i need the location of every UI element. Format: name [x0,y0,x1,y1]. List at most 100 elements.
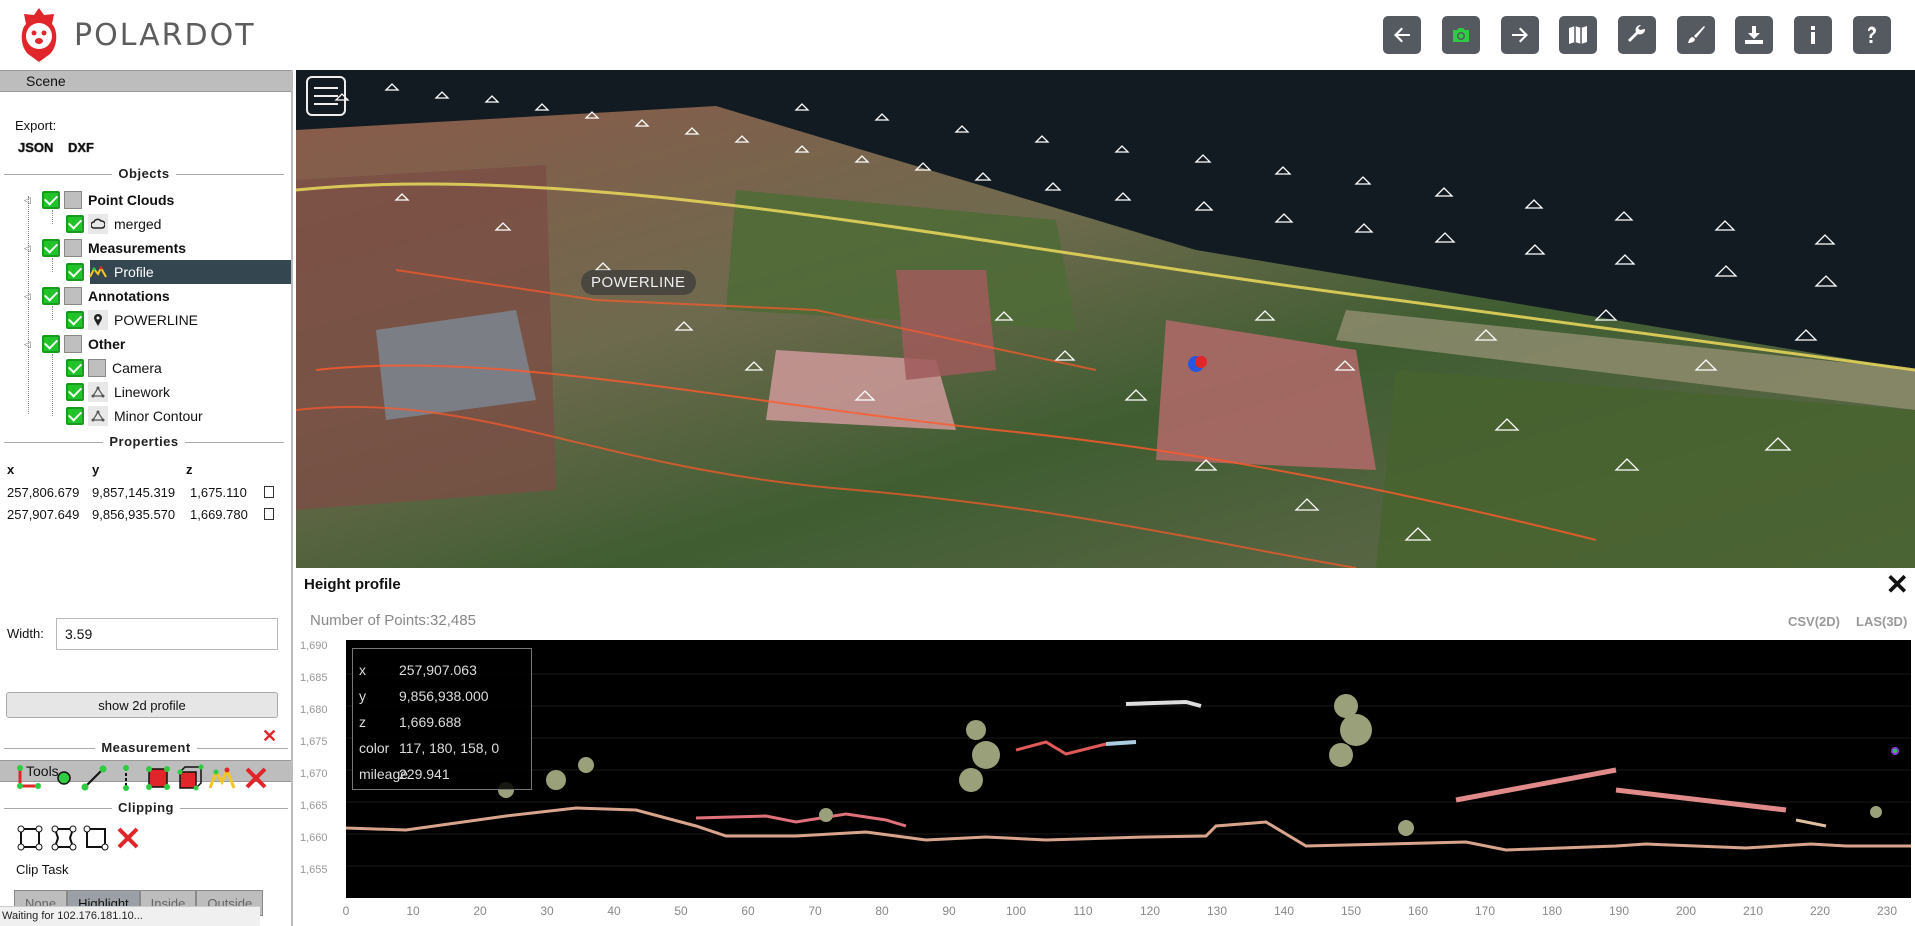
measurement-label-text: Measurement [95,740,197,755]
vector-icon [88,382,108,402]
checkbox-linework[interactable] [66,383,84,401]
checkbox-point-clouds[interactable] [42,191,60,209]
checkbox-profile[interactable] [66,263,84,281]
tree-label: Point Clouds [88,192,175,208]
close-icon[interactable]: ✕ [1886,570,1909,600]
point-tool-icon[interactable] [50,764,78,792]
point-count: Number of Points:32,485 [310,612,476,629]
x-tick: 10 [406,904,420,918]
tree-item-merged[interactable]: merged [66,212,161,236]
tooltip-y: 9,856,938.000 [399,688,489,704]
measurement-label: Measurement [4,740,288,755]
expand-triangle-icon[interactable]: ◁ [24,195,42,206]
checkbox-merged[interactable] [66,215,84,233]
distance-tool-icon[interactable] [80,764,108,792]
x-tick: 100 [1005,904,1027,918]
area-tool-icon[interactable] [144,764,172,792]
copy-icon[interactable] [264,508,274,520]
profile-points[interactable] [345,640,1911,898]
objects-label: Objects [4,166,284,181]
export-json-button[interactable]: JSON [18,140,53,155]
width-input[interactable]: 3.59 [56,618,278,650]
x-tick: 150 [1340,904,1362,918]
x-tick: 180 [1541,904,1563,918]
export-dxf-button[interactable]: DXF [68,140,94,155]
x-tick: 60 [741,904,755,918]
wrench-icon [1628,24,1646,42]
tooltip-mileage: 229.941 [399,766,450,782]
style-button[interactable] [1677,16,1715,54]
forward-button[interactable] [1501,16,1539,54]
expand-triangle-icon[interactable]: ◁ [24,339,42,350]
vector-icon [88,406,108,426]
tree-item-linework[interactable]: Linework [66,380,170,404]
x-tick: 230 [1876,904,1898,918]
checkbox-minor-contour[interactable] [66,407,84,425]
folder-icon [88,359,106,377]
coord-z: 1,669.780 [190,507,248,522]
coord-z: 1,675.110 [190,485,247,500]
tree-item-powerline[interactable]: POWERLINE [66,308,198,332]
brand-name: POLARDOT [74,17,256,53]
clear-clipping-icon[interactable] [114,824,142,852]
help-button[interactable] [1853,16,1891,54]
x-tick: 30 [540,904,554,918]
tree-item-minor-contour[interactable]: Minor Contour [66,404,203,428]
checkbox-powerline[interactable] [66,311,84,329]
tree-label: Other [88,336,126,352]
folder-icon [64,191,82,209]
tree-label: Camera [112,360,162,376]
camera-icon [1453,28,1469,42]
show-2d-profile-button[interactable]: show 2d profile [6,692,278,718]
tree-item-annotations[interactable]: ◁ Annotations [24,284,170,308]
x-tick: 190 [1608,904,1630,918]
expand-triangle-icon[interactable]: ◁ [24,291,42,302]
width-label: Width: [7,626,44,641]
clip-volume-icon[interactable] [16,824,44,852]
tree-item-other[interactable]: ◁ Other [24,332,125,356]
tree-item-profile[interactable]: Profile [66,260,154,284]
profile-icon [88,262,108,282]
info-button[interactable] [1794,16,1832,54]
camera-button[interactable] [1442,16,1480,54]
y-tick: 1,670 [300,768,328,780]
app-header: POLARDOT [0,0,1915,70]
tools-button[interactable] [1618,16,1656,54]
export-csv-button[interactable]: CSV(2D) [1788,614,1840,629]
map-button[interactable] [1559,16,1597,54]
scene-header[interactable]: Scene [0,70,291,92]
x-tick: 130 [1206,904,1228,918]
clip-screen-box-icon[interactable] [82,824,110,852]
copy-icon[interactable] [264,486,274,498]
clip-polygon-icon[interactable] [50,824,78,852]
bear-logo-icon [21,8,57,62]
checkbox-other[interactable] [42,335,60,353]
profile-tool-icon[interactable] [208,764,236,792]
tree-label: POWERLINE [114,312,199,328]
profile-plot[interactable] [345,640,1911,898]
tree-item-measurements[interactable]: ◁ Measurements [24,236,186,260]
y-tick: 1,685 [300,672,328,684]
annotation-powerline[interactable]: POWERLINE [581,270,696,295]
3d-viewport[interactable]: POWERLINE [296,70,1915,568]
x-tick: 40 [607,904,621,918]
tooltip-mileage-label: mileage [359,766,409,782]
point-cloud-render[interactable] [296,70,1915,568]
back-button[interactable] [1383,16,1421,54]
checkbox-annotations[interactable] [42,287,60,305]
x-tick: 160 [1407,904,1429,918]
angle-tool-icon[interactable] [14,764,42,792]
sidebar-menu-button[interactable] [306,76,346,116]
x-tick: 140 [1273,904,1295,918]
checkbox-measurements[interactable] [42,239,60,257]
tree-item-point-clouds[interactable]: ◁ Point Clouds [24,188,174,212]
export-las-button[interactable]: LAS(3D) [1856,614,1907,629]
checkbox-camera[interactable] [66,359,84,377]
download-button[interactable] [1735,16,1773,54]
x-tick: 220 [1809,904,1831,918]
volume-tool-icon[interactable] [176,764,204,792]
height-tool-icon[interactable] [112,764,140,792]
expand-triangle-icon[interactable]: ◁ [24,243,42,254]
tree-item-camera[interactable]: Camera [66,356,162,380]
clear-measurements-icon[interactable] [242,764,270,792]
